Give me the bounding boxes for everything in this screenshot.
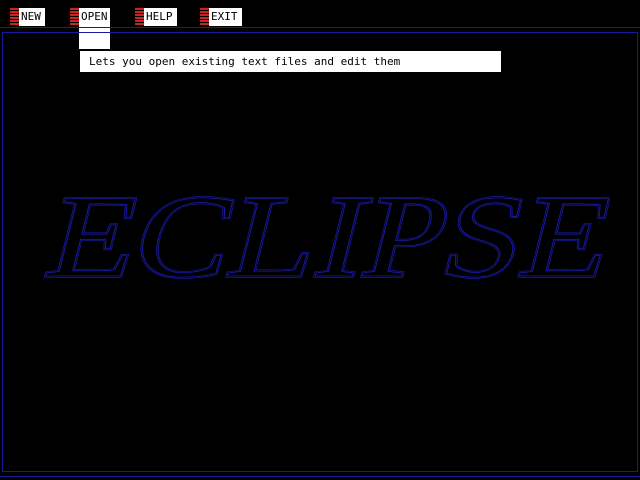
- menu-hint-tooltip: Lets you open existing text files and ed…: [80, 51, 501, 72]
- menu-exit-button[interactable]: EXIT: [200, 8, 242, 26]
- eclipse-logo-graphic: ECLIPSE ECLIPSE ECLIPSE: [34, 180, 610, 285]
- eclipse-logo-text-inner: ECLIPSE: [36, 180, 610, 285]
- menu-bar: NEW OPEN HELP EXIT: [0, 0, 640, 49]
- menu-open-button[interactable]: OPEN: [70, 8, 110, 49]
- menu-stripe-icon: [135, 8, 144, 26]
- menu-exit-label: EXIT: [209, 8, 242, 26]
- menu-stripe-icon: [10, 8, 19, 26]
- menu-help-button[interactable]: HELP: [135, 8, 177, 26]
- menu-divider: [0, 27, 640, 28]
- menu-help-label: HELP: [144, 8, 177, 26]
- menu-stripe-icon: [200, 8, 209, 26]
- eclipse-logo: ECLIPSE ECLIPSE ECLIPSE: [30, 180, 610, 285]
- app-screen: NEW OPEN HELP EXIT ECLIPSE ECLIPSE ECLIP…: [0, 0, 640, 480]
- menu-stripe-icon: [70, 8, 79, 26]
- menu-new-button[interactable]: NEW: [10, 8, 45, 26]
- menu-new-label: NEW: [19, 8, 45, 26]
- bottom-divider: [0, 476, 640, 477]
